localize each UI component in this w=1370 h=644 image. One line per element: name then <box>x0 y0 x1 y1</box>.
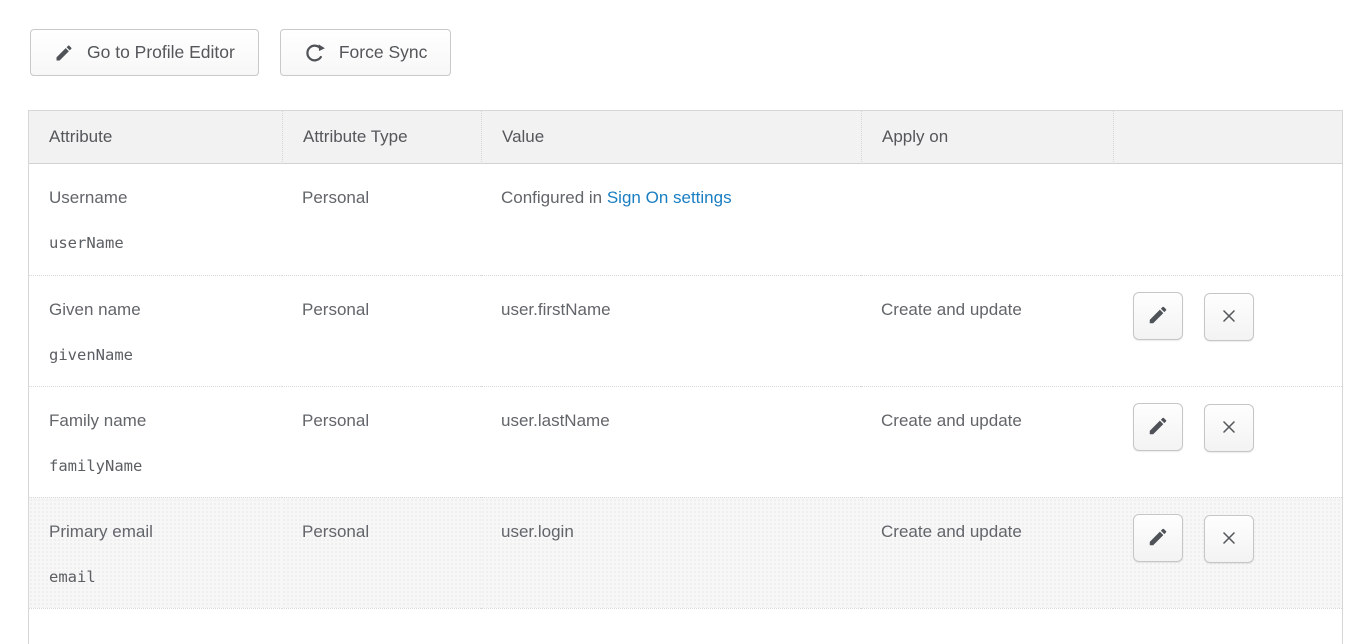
actions-cell <box>1113 164 1342 275</box>
pencil-icon <box>1147 526 1169 551</box>
attribute-type-cell: Personal <box>282 164 481 275</box>
table-body: UsernameuserNamePersonalConfigured in Si… <box>29 164 1342 644</box>
pencil-icon <box>54 43 74 63</box>
page: Go to Profile Editor Force Sync Attribut… <box>0 0 1370 644</box>
column-header-value: Value <box>481 111 861 164</box>
close-icon <box>1219 306 1239 329</box>
empty-cell <box>861 608 1113 644</box>
attribute-variable-name: givenName <box>49 346 262 364</box>
empty-cell <box>29 608 282 644</box>
empty-cell <box>1113 608 1342 644</box>
attribute-type-cell: Personal <box>282 275 481 386</box>
go-to-profile-editor-button[interactable]: Go to Profile Editor <box>30 29 259 76</box>
value-cell: user.firstName <box>481 275 861 386</box>
attribute-cell: Given name givenName <box>29 275 282 386</box>
attribute-label: Primary email <box>49 522 262 542</box>
column-header-actions <box>1113 111 1342 164</box>
delete-attribute-button[interactable] <box>1204 515 1254 563</box>
apply-on-cell <box>861 164 1113 275</box>
attribute-type-cell: Personal <box>282 497 481 608</box>
actions-cell <box>1113 497 1342 608</box>
value-expression: user.login <box>501 522 574 541</box>
attribute-mappings-table: Attribute Attribute Type Value Apply on … <box>28 110 1343 644</box>
edit-attribute-button[interactable] <box>1133 292 1183 340</box>
value-cell: user.lastName <box>481 386 861 497</box>
toolbar: Go to Profile Editor Force Sync <box>30 29 1343 76</box>
attribute-cell: Primary email email <box>29 497 282 608</box>
attribute-cell: Username userName <box>29 164 282 275</box>
close-icon <box>1219 528 1239 551</box>
column-header-attribute-type: Attribute Type <box>282 111 481 164</box>
edit-attribute-button[interactable] <box>1133 403 1183 451</box>
table-row: Primary email email Personal user.login Crea… <box>29 497 1342 608</box>
go-to-profile-editor-label: Go to Profile Editor <box>87 42 235 63</box>
value-cell: user.login <box>481 497 861 608</box>
table-row: UsernameuserNamePersonalConfigured in Si… <box>29 164 1342 275</box>
value-expression: user.firstName <box>501 300 611 319</box>
attribute-cell: Family name familyName <box>29 386 282 497</box>
apply-on-cell: Create and update <box>861 275 1113 386</box>
table-row: Given name givenName Personal user.firstNam… <box>29 275 1342 386</box>
value-expression: user.lastName <box>501 411 610 430</box>
actions-cell <box>1113 386 1342 497</box>
edit-attribute-button[interactable] <box>1133 514 1183 562</box>
apply-on-cell: Create and update <box>861 386 1113 497</box>
sign-on-settings-link[interactable]: Sign On settings <box>607 188 732 207</box>
pencil-icon <box>1147 415 1169 440</box>
attribute-type-cell: Personal <box>282 386 481 497</box>
delete-attribute-button[interactable] <box>1204 404 1254 452</box>
refresh-icon <box>304 42 326 64</box>
apply-on-cell: Create and update <box>861 497 1113 608</box>
attribute-variable-name: email <box>49 568 262 586</box>
table-row: Family name familyName Personal user.lastNa… <box>29 386 1342 497</box>
column-header-attribute: Attribute <box>29 111 282 164</box>
empty-cell <box>481 608 861 644</box>
delete-attribute-button[interactable] <box>1204 293 1254 341</box>
table-header: Attribute Attribute Type Value Apply on <box>29 111 1342 164</box>
value-prefix-text: Configured in <box>501 188 607 207</box>
pencil-icon <box>1147 304 1169 329</box>
table-row-empty <box>29 608 1342 644</box>
attribute-label: Username <box>49 188 262 208</box>
value-cell: Configured in Sign On settings <box>481 164 861 275</box>
force-sync-label: Force Sync <box>339 42 428 63</box>
actions-cell <box>1113 275 1342 386</box>
attribute-label: Family name <box>49 411 262 431</box>
empty-cell <box>282 608 481 644</box>
force-sync-button[interactable]: Force Sync <box>280 29 452 76</box>
attribute-label: Given name <box>49 300 262 320</box>
close-icon <box>1219 417 1239 440</box>
attribute-variable-name: userName <box>49 234 262 252</box>
attribute-variable-name: familyName <box>49 457 262 475</box>
column-header-apply-on: Apply on <box>861 111 1113 164</box>
